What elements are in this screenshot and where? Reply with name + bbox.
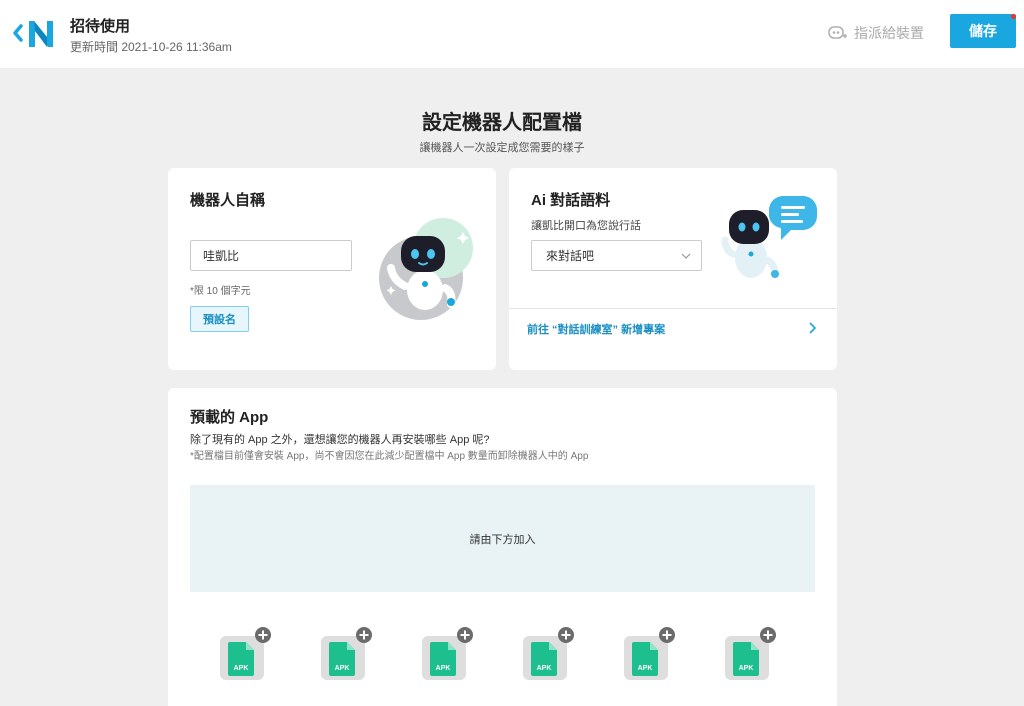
plus-circle-icon <box>558 627 574 643</box>
back-logo-icon[interactable] <box>12 16 58 50</box>
apk-label: APK <box>436 665 451 672</box>
add-apk-button[interactable]: APK <box>521 626 577 682</box>
apk-label: APK <box>638 665 653 672</box>
add-apk-button[interactable]: APK <box>218 626 274 682</box>
preloaded-apps-title: 預載的 App <box>190 409 269 426</box>
top-bar: 招待使用 更新時間 2021-10-26 11:36am 指派給裝置 儲存 <box>0 0 1024 68</box>
chevron-down-icon <box>681 253 691 259</box>
unsaved-indicator-dot <box>1011 14 1016 19</box>
updated-time: 更新時間 2021-10-26 11:36am <box>70 40 232 54</box>
plus-circle-icon <box>255 627 271 643</box>
add-apk-button[interactable]: APK <box>723 626 779 682</box>
page-header-title: 招待使用 <box>70 18 131 35</box>
preloaded-apps-note: *配置檔目前僅會安裝 App，尚不會因您在此減少配置檔中 App 數量而卸除機器… <box>190 451 589 462</box>
dropzone-label: 請由下方加入 <box>469 533 536 546</box>
assign-label: 指派給裝置 <box>854 25 924 41</box>
app-dropzone[interactable]: 請由下方加入 <box>190 485 815 592</box>
ai-corpus-title: Ai 對話語料 <box>531 192 611 209</box>
default-name-button[interactable]: 預設名 <box>190 306 249 332</box>
assign-to-device-button[interactable]: 指派給裝置 <box>828 22 924 44</box>
save-button[interactable]: 儲存 <box>950 14 1016 48</box>
apk-label: APK <box>234 665 249 672</box>
preloaded-apps-card: 預載的 App 除了現有的 App 之外，還想讓您的機器人再安裝哪些 App 呢… <box>168 388 837 706</box>
plus-circle-icon <box>356 627 372 643</box>
chevron-right-icon[interactable] <box>807 321 819 335</box>
ai-corpus-desc: 讓凱比開口為您說行話 <box>531 220 641 232</box>
add-apk-button[interactable]: APK <box>622 626 678 682</box>
page-subtitle: 讓機器人一次設定成您需要的樣子 <box>419 142 585 154</box>
plus-circle-icon <box>760 627 776 643</box>
apk-label: APK <box>739 665 754 672</box>
apk-label: APK <box>335 665 350 672</box>
name-length-hint: *限 10 個字元 <box>190 286 251 297</box>
robot-chat-illustration-icon <box>721 196 817 278</box>
go-to-training-room-link[interactable]: 前往 “對話訓練室” 新增專案 <box>527 321 665 337</box>
robot-assign-icon <box>828 26 847 39</box>
ai-corpus-card: Ai 對話語料 讓凱比開口為您說行話 來對話吧 前往 “對話訓練室” 新增專案 <box>509 168 837 370</box>
page-title: 設定機器人配置檔 <box>422 112 582 134</box>
ai-corpus-select-value: 來對話吧 <box>546 249 595 263</box>
add-apk-button[interactable]: APK <box>420 626 476 682</box>
robot-name-input[interactable] <box>190 240 352 271</box>
plus-circle-icon <box>457 627 473 643</box>
robot-name-title: 機器人自稱 <box>190 192 266 209</box>
plus-circle-icon <box>659 627 675 643</box>
ai-corpus-select[interactable]: 來對話吧 <box>531 240 702 271</box>
ai-card-divider <box>509 308 837 309</box>
apk-label: APK <box>537 665 552 672</box>
preloaded-apps-desc: 除了現有的 App 之外，還想讓您的機器人再安裝哪些 App 呢? <box>190 434 490 446</box>
robot-name-card: 機器人自稱 *限 10 個字元 預設名 <box>168 168 496 370</box>
add-apk-button[interactable]: APK <box>319 626 375 682</box>
robot-illustration-icon <box>379 218 473 320</box>
